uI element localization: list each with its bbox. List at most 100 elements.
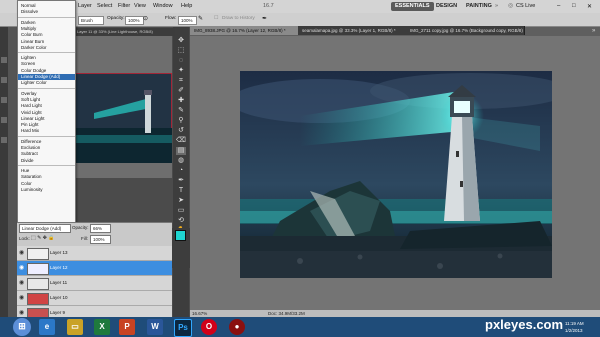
blend-mode-option[interactable]: Color Burn	[21, 32, 43, 37]
powerpoint-icon[interactable]: P	[119, 319, 135, 335]
opera-icon[interactable]: O	[201, 319, 217, 335]
file-explorer-icon[interactable]: ▭	[67, 319, 83, 335]
pressure-opacity-icon[interactable]: ⊙	[143, 15, 148, 22]
blend-mode-option[interactable]: Subtract	[21, 151, 38, 156]
foreground-color[interactable]	[175, 230, 186, 241]
blend-mode-option[interactable]: Luminosity	[21, 187, 43, 192]
tab-img-2711[interactable]: IMG_2711 copy.jpg @ 16.7% (Background co…	[406, 26, 525, 35]
pen-tool-icon[interactable]: ✒	[176, 177, 186, 185]
chevron-right-icon[interactable]: »	[495, 3, 498, 9]
panel-toggle-icon[interactable]	[1, 117, 7, 123]
type-tool-icon[interactable]: T	[176, 187, 186, 195]
minimize-icon[interactable]: –	[557, 3, 560, 9]
menu-view[interactable]: View	[134, 3, 146, 9]
blend-mode-option[interactable]: Vivid Light	[21, 110, 42, 115]
quick-select-tool-icon[interactable]: ✦	[176, 67, 186, 75]
blend-mode-option[interactable]: Divide	[21, 158, 34, 163]
blend-mode-dropdown[interactable]: Normal Dissolve Darken Multiply Color Burn Li…	[17, 0, 76, 226]
gradient-tool-icon[interactable]: ▤	[176, 147, 186, 155]
blend-mode-option[interactable]: Exclusion	[21, 145, 40, 150]
opacity-input[interactable]: 100%	[125, 16, 144, 25]
internet-explorer-icon[interactable]: e	[39, 319, 55, 335]
mode-select[interactable]: Brush	[78, 16, 104, 25]
panel-toggle-icon[interactable]	[1, 57, 7, 63]
maximize-icon[interactable]: □	[572, 3, 576, 9]
eyedropper-tool-icon[interactable]: ✐	[176, 87, 186, 95]
cs-live-label[interactable]: CS Live	[516, 3, 535, 9]
blend-mode-option[interactable]: Hue	[21, 168, 29, 173]
blend-mode-option[interactable]: Linear Light	[21, 116, 45, 121]
fill-input[interactable]: 100%	[90, 235, 111, 244]
tab-seamalamapa[interactable]: seamalamapa.jpg @ 33.3% (Layer 1, RGB/8)…	[298, 26, 407, 35]
blend-mode-option[interactable]: Lighten	[21, 55, 36, 60]
blur-tool-icon[interactable]: ◍	[176, 157, 186, 165]
blend-mode-option[interactable]: Multiply	[21, 26, 36, 31]
blend-mode-option[interactable]: Soft Light	[21, 97, 40, 102]
history-brush-tool-icon[interactable]: ↺	[176, 127, 186, 135]
3d-rotate-tool-icon[interactable]: ⟲	[176, 217, 186, 225]
lock-pixels-icon[interactable]: ⬚ ✎ ✥ 🔒	[31, 235, 55, 241]
status-zoom[interactable]: 16.67%	[192, 310, 207, 317]
blend-mode-option[interactable]: Normal	[21, 3, 36, 8]
move-tool-icon[interactable]: ✥	[176, 37, 186, 45]
layer-row-11[interactable]: ◉ Layer 11	[17, 276, 172, 291]
blend-mode-option[interactable]: Dissolve	[21, 9, 38, 14]
menu-filter[interactable]: Filter	[118, 3, 130, 9]
blend-mode-option[interactable]: Darker Color	[21, 45, 47, 50]
blend-mode-option[interactable]: Darken	[21, 20, 36, 25]
layer-row-13[interactable]: ◉ Layer 13	[17, 246, 172, 261]
shape-tool-icon[interactable]: ▭	[176, 207, 186, 215]
visibility-eye-icon[interactable]: ◉	[19, 249, 24, 256]
airbrush-icon[interactable]: ✎	[198, 15, 203, 22]
blend-mode-option[interactable]: Hard Mix	[21, 128, 39, 133]
word-icon[interactable]: W	[147, 319, 163, 335]
visibility-eye-icon[interactable]: ◉	[19, 264, 24, 271]
menu-help[interactable]: Help	[181, 3, 192, 9]
layer-row-10[interactable]: ◉ Layer 10	[17, 291, 172, 306]
blend-mode-option[interactable]: Pin Light	[21, 122, 39, 127]
visibility-eye-icon[interactable]: ◉	[19, 279, 24, 286]
blend-mode-select[interactable]: Linear Dodge (Add)	[19, 224, 71, 233]
layer-opacity-input[interactable]: 66%	[90, 224, 111, 233]
brush-tool-icon[interactable]: ✎	[176, 107, 186, 115]
menu-select[interactable]: Select	[97, 3, 112, 9]
workspace-design[interactable]: DESIGN	[432, 2, 461, 11]
blend-mode-option[interactable]: Saturation	[21, 174, 42, 179]
tab-img-8938[interactable]: IMG_8938.JPG @ 16.7% (Layer 12, RGB/8) *	[190, 26, 299, 35]
flow-input[interactable]: 100%	[178, 16, 197, 25]
blend-mode-option[interactable]: Color	[21, 181, 32, 186]
tab-overflow-icon[interactable]: »	[592, 28, 595, 34]
clock-date[interactable]: 1/2/2013	[565, 328, 583, 333]
blend-mode-option[interactable]: Color Dodge	[21, 68, 46, 73]
menu-layer[interactable]: Layer	[78, 3, 92, 9]
marquee-tool-icon[interactable]: ⬚	[176, 47, 186, 55]
zoom-level[interactable]: 16.7	[263, 3, 274, 9]
panel-toggle-icon[interactable]	[1, 97, 7, 103]
blend-mode-option[interactable]: Lighter Color	[21, 80, 47, 85]
cs-live-icon[interactable]: ◎	[508, 2, 513, 9]
blend-mode-option[interactable]: Hard Light	[21, 103, 42, 108]
blend-mode-option[interactable]: Difference	[21, 139, 41, 144]
clone-stamp-tool-icon[interactable]: ⚲	[176, 117, 186, 125]
crop-tool-icon[interactable]: ⌗	[176, 77, 186, 85]
brush-icon[interactable]: ✒	[262, 15, 267, 22]
panel-toggle-icon[interactable]	[1, 137, 7, 143]
visibility-eye-icon[interactable]: ◉	[19, 309, 24, 316]
start-button-icon[interactable]: ⊞	[13, 318, 31, 336]
draw-to-history-checkbox[interactable]: ☐	[214, 16, 218, 21]
dodge-tool-icon[interactable]: ◔	[176, 167, 186, 175]
blend-mode-option[interactable]: Screen	[21, 61, 35, 66]
media-app-icon[interactable]: ●	[229, 319, 245, 335]
layer-row-12[interactable]: ◉ Layer 12	[17, 261, 172, 276]
blend-mode-option[interactable]: Linear Dodge (Add)	[21, 74, 60, 79]
visibility-eye-icon[interactable]: ◉	[19, 294, 24, 301]
lighthouse-image[interactable]	[240, 71, 552, 278]
excel-icon[interactable]: X	[94, 319, 110, 335]
workspace-painting[interactable]: PAINTING	[462, 2, 496, 11]
close-icon[interactable]: ✕	[587, 3, 592, 10]
path-select-tool-icon[interactable]: ➤	[176, 197, 186, 205]
photoshop-icon[interactable]: Ps	[174, 319, 192, 337]
panel-toggle-icon[interactable]	[1, 77, 7, 83]
eraser-tool-icon[interactable]: ⌫	[176, 137, 186, 145]
blend-mode-option[interactable]: Linear Burn	[21, 39, 44, 44]
